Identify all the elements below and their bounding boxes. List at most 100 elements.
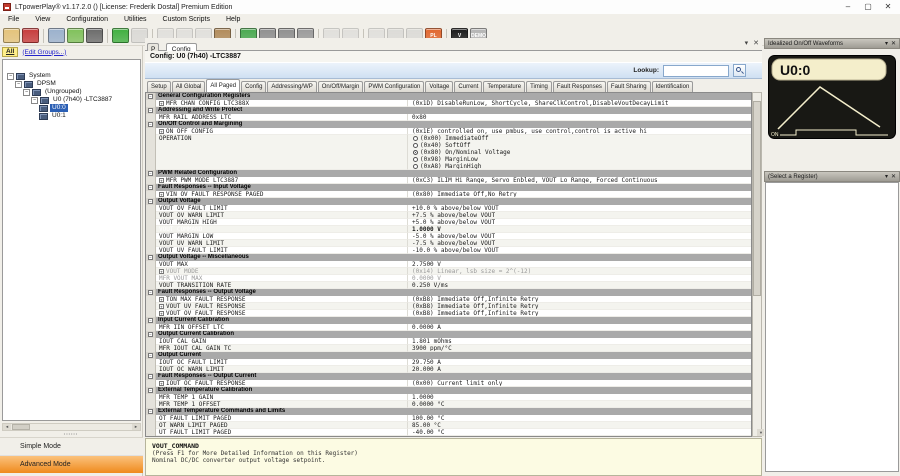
collapse-icon[interactable]: − [148, 332, 153, 337]
close-panel-icon[interactable]: ✕ [891, 173, 896, 180]
register-name-cell[interactable]: OT_WARN_LIMIT_PAGED [156, 422, 408, 429]
scroll-right-icon[interactable]: ► [132, 424, 140, 430]
register-value-cell[interactable]: (0x14) Linear, lsb_size = 2^(-12) [408, 268, 751, 275]
collapse-icon[interactable]: − [148, 94, 153, 99]
register-value-cell[interactable]: 2.7500 V [408, 261, 751, 268]
collapse-icon[interactable]: − [148, 353, 153, 358]
register-row-vout-uv-fault-response[interactable]: +VOUT_UV_FAULT_RESPONSE(0xB8) Immediate … [146, 303, 751, 310]
radio-option[interactable]: (0xA8) MarginHigh [412, 163, 751, 170]
new-rail-icon[interactable] [67, 28, 84, 43]
close-panel-icon[interactable]: ✕ [891, 40, 896, 47]
section-header[interactable]: −Output Voltage [146, 198, 751, 205]
register-row-vin-ov-fault-response-paged[interactable]: +VIN_OV_FAULT_RESPONSE_PAGED(0x80) Immed… [146, 191, 751, 198]
section-header[interactable]: −Output Current Calibration [146, 331, 751, 338]
register-row-vout-max[interactable]: VOUT_MAX2.7500 V [146, 261, 751, 268]
expand-icon[interactable]: + [159, 269, 164, 274]
tree-item-system[interactable]: −System [3, 72, 140, 80]
register-row-mfr-chan-config-ltc388x[interactable]: +MFR_CHAN_CONFIG_LTC388X(0x1D) DisableRu… [146, 100, 751, 107]
register-value-cell[interactable]: 0x80 [408, 114, 751, 121]
tree-item-dpsm[interactable]: −DPSM [3, 80, 140, 88]
section-header[interactable]: −Output Current [146, 352, 751, 359]
register-value-cell[interactable]: 100.00 °C [408, 415, 751, 422]
collapse-icon[interactable]: − [148, 374, 153, 379]
expand-icon[interactable]: + [159, 381, 164, 386]
section-header[interactable]: −PWM Related Configuration [146, 170, 751, 177]
section-header[interactable]: −General Configuration Registers [146, 93, 751, 100]
register-value-cell[interactable]: 3900 ppm/°C [408, 345, 751, 352]
scrollbar-thumb[interactable] [12, 424, 30, 430]
register-row-mfr-rail-address-ltc[interactable]: MFR_RAIL_ADDRESS_LTC0x80 [146, 114, 751, 121]
scroll-left-icon[interactable]: ◄ [3, 424, 11, 430]
register-value-cell[interactable]: 1.0000 [408, 394, 751, 401]
config-wizard-icon[interactable] [86, 28, 103, 43]
collapse-icon[interactable]: − [148, 409, 153, 414]
lookup-search-button[interactable] [733, 64, 746, 77]
collapse-icon[interactable]: − [148, 255, 153, 260]
minimize-button[interactable]: – [838, 0, 858, 13]
register-name-cell[interactable]: MFR_TEMP_1_OFFSET [156, 401, 408, 408]
register-name-cell[interactable]: MFR_TEMP_1_GAIN [156, 394, 408, 401]
menu-custom-scripts[interactable]: Custom Scripts [155, 14, 218, 26]
radio-icon[interactable] [413, 143, 418, 148]
register-value-cell[interactable]: 85.00 °C [408, 422, 751, 429]
register-row-vout-margin-low[interactable]: VOUT_MARGIN_LOW-5.0 % above/below VOUT [146, 233, 751, 240]
register-name-cell[interactable]: +VOUT_MODE [156, 268, 408, 275]
register-row-operation[interactable]: OPERATION(0x00) ImmediateOff(0x40) SoftO… [146, 135, 751, 170]
register-name-cell[interactable]: +VOUT_UV_FAULT_RESPONSE [156, 303, 408, 310]
register-name-cell[interactable]: VOUT_TRANSITION_RATE [156, 282, 408, 289]
collapse-icon[interactable]: − [148, 199, 153, 204]
register-row-iout-oc-warn-limit[interactable]: IOUT_OC_WARN_LIMIT20.000 A [146, 366, 751, 373]
sync-chip-icon[interactable] [112, 28, 129, 43]
register-value-cell[interactable]: -10.0 % above/below VOUT [408, 247, 751, 254]
register-row-ton-max-fault-response[interactable]: +TON_MAX_FAULT_RESPONSE(0xB8) Immediate … [146, 296, 751, 303]
expand-icon[interactable]: + [159, 129, 164, 134]
register-value-cell[interactable]: 1.801 mOhms [408, 338, 751, 345]
register-name-cell[interactable]: IOUT_CAL_GAIN [156, 338, 408, 345]
lookup-combobox[interactable] [663, 65, 729, 77]
tab-fault-sharing[interactable]: Fault Sharing [607, 81, 651, 92]
menu-help[interactable]: Help [218, 14, 248, 26]
section-header[interactable]: −External Temperature Calibration [146, 387, 751, 394]
register-row-vout-command[interactable]: VOUT_COMMAND1.0000 V [146, 226, 751, 233]
expand-icon[interactable]: + [159, 101, 164, 106]
radio-icon[interactable] [413, 136, 418, 141]
advanced-mode-button[interactable]: Advanced Mode [0, 455, 143, 473]
pin-icon[interactable]: ▾ [885, 173, 888, 180]
register-name-cell[interactable]: +VIN_OV_FAULT_RESPONSE_PAGED [156, 191, 408, 198]
register-name-cell[interactable]: VOUT_UV_FAULT_LIMIT [156, 247, 408, 254]
section-header[interactable]: −Output Voltage -- Miscellaneous [146, 254, 751, 261]
register-value-cell[interactable]: (0xB8) Immediate Off,Infinite_Retry [408, 303, 751, 310]
tree-expander-icon[interactable]: − [15, 81, 22, 88]
section-header[interactable]: −External Temperature Commands and Limit… [146, 408, 751, 415]
tree-item-ungrouped[interactable]: −(Ungrouped) [3, 88, 140, 96]
tab-fault-responses[interactable]: Fault Responses [553, 81, 606, 92]
register-row-vout-ov-fault-limit[interactable]: VOUT_OV_FAULT_LIMIT+10.0 % above/below V… [146, 205, 751, 212]
register-row-vout-margin-high[interactable]: VOUT_MARGIN_HIGH+5.0 % above/below VOUT [146, 219, 751, 226]
tab-addressing-wp[interactable]: Addressing/WP [267, 81, 316, 92]
register-name-cell[interactable]: +ON_OFF_CONFIG [156, 128, 408, 135]
section-header[interactable]: −Addressing and Write Protect [146, 107, 751, 114]
tab-pwm-configuration[interactable]: PWM Configuration [364, 81, 424, 92]
register-value-cell[interactable]: -40.00 °C [408, 429, 751, 436]
register-value-cell[interactable]: (0x00) Current limit only [408, 380, 751, 387]
register-name-cell[interactable]: VOUT_UV_WARN_LIMIT [156, 240, 408, 247]
register-name-cell[interactable]: MFR_IIN_OFFSET_LTC [156, 324, 408, 331]
register-value-cell[interactable]: 0.250 V/ms [408, 282, 751, 289]
register-row-vout-transition-rate[interactable]: VOUT_TRANSITION_RATE0.250 V/ms [146, 282, 751, 289]
register-row-mfr-temp-1-offset[interactable]: MFR_TEMP_1_OFFSET0.0000 °C [146, 401, 751, 408]
section-header[interactable]: −Fault Responses -- Output Voltage [146, 289, 751, 296]
chevron-down-icon[interactable]: ▾ [745, 39, 749, 47]
register-name-cell[interactable]: MFR_RAIL_ADDRESS_LTC [156, 114, 408, 121]
register-value-cell[interactable]: -7.5 % above/below VOUT [408, 240, 751, 247]
expand-icon[interactable]: + [159, 178, 164, 183]
simple-mode-button[interactable]: Simple Mode [0, 437, 143, 455]
register-name-cell[interactable]: MFR_VOUT_MAX [156, 275, 408, 282]
scrollbar-thumb[interactable] [753, 101, 761, 296]
register-row-iout-cal-gain[interactable]: IOUT_CAL_GAIN1.801 mOhms [146, 338, 751, 345]
tab-all-global[interactable]: All Global [172, 81, 206, 92]
register-name-cell[interactable]: +VOUT_OV_FAULT_RESPONSE [156, 310, 408, 317]
register-name-cell[interactable]: UT_FAULT_LIMIT_PAGED [156, 429, 408, 436]
register-name-cell[interactable]: VOUT_OV_FAULT_LIMIT [156, 205, 408, 212]
collapse-icon[interactable]: − [148, 388, 153, 393]
tree-expander-icon[interactable]: − [7, 73, 14, 80]
